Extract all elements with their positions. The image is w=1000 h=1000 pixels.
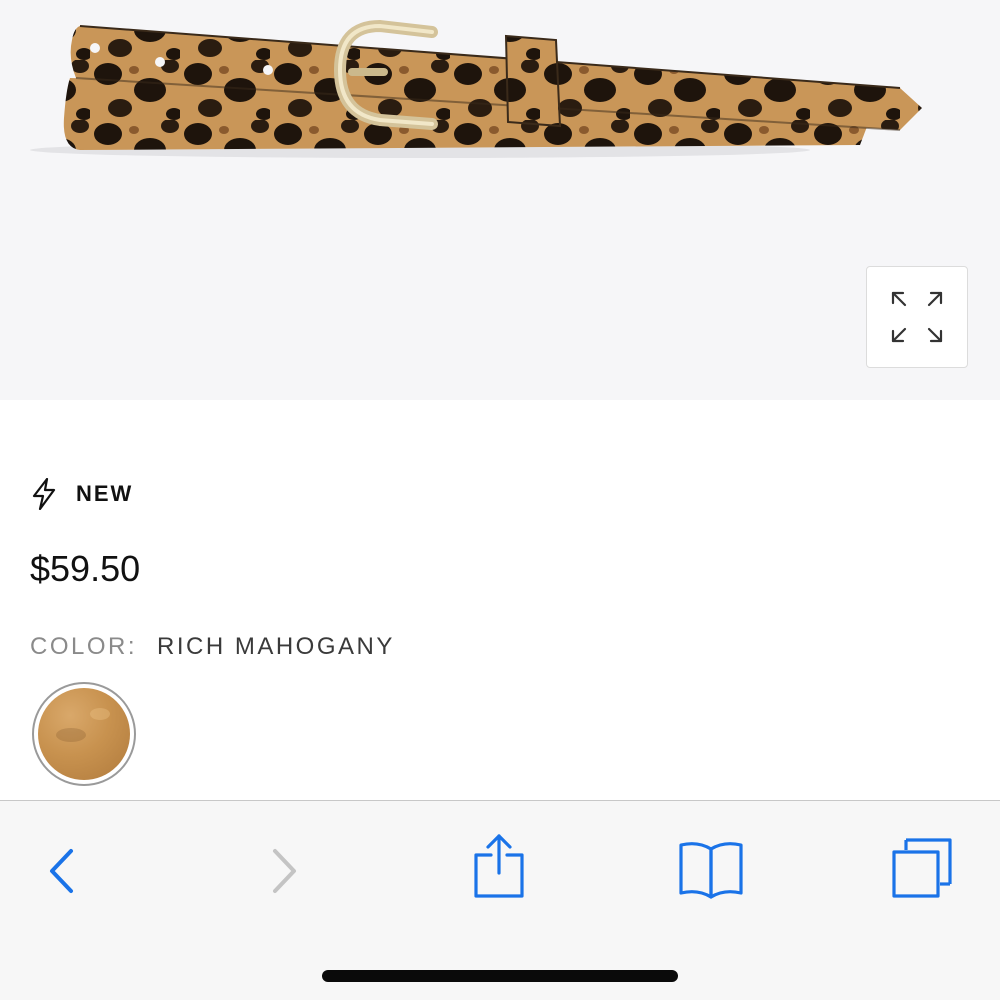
bookmarks-button[interactable] [676, 837, 746, 901]
swatch-image [38, 688, 130, 780]
new-badge: NEW [30, 477, 134, 511]
color-label: COLOR: [30, 633, 138, 660]
share-button[interactable] [468, 831, 530, 901]
color-value: RICH MAHOGANY [157, 633, 395, 660]
book-icon [679, 842, 743, 899]
share-icon [474, 834, 524, 898]
badge-label: NEW [76, 481, 134, 506]
lightning-bolt-icon [30, 477, 58, 511]
expand-arrows-icon [891, 291, 943, 343]
zoom-button[interactable] [866, 266, 968, 368]
chevron-left-icon [50, 849, 73, 893]
color-row: COLOR: RICH MAHOGANY [30, 633, 395, 661]
leopard-belt-image [30, 19, 922, 158]
tabs-button[interactable] [888, 835, 956, 901]
color-swatch-selected[interactable] [32, 682, 136, 786]
product-price: $59.50 [30, 548, 141, 589]
chevron-right-icon [273, 849, 296, 893]
product-image-area [0, 0, 1000, 400]
home-indicator[interactable] [322, 970, 678, 982]
back-button[interactable] [36, 841, 88, 901]
forward-button[interactable] [258, 841, 310, 901]
tabs-icon [892, 838, 952, 898]
